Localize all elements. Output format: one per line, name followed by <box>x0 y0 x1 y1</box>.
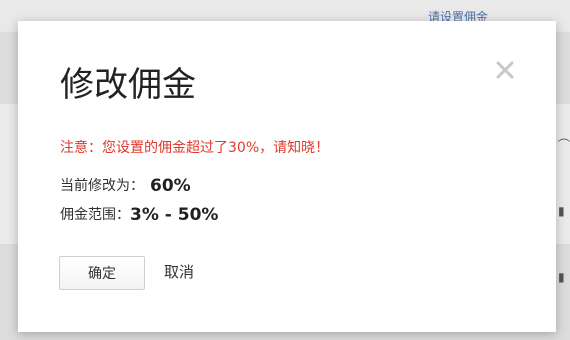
confirm-button[interactable]: 确定 <box>59 256 145 290</box>
current-value: 60% <box>150 176 191 196</box>
background-edge-icon: ▮ <box>558 270 565 284</box>
background-edge-icon: ⌒ <box>558 138 570 152</box>
warning-message: 注意：您设置的佣金超过了30%，请知晓！ <box>60 140 330 156</box>
commission-range-row: 佣金范围：3% - 50% <box>60 204 218 226</box>
cancel-button[interactable]: 取消 <box>164 261 194 283</box>
close-button[interactable] <box>492 57 518 83</box>
current-value-label: 当前修改为： <box>60 178 144 194</box>
commission-range-label: 佣金范围： <box>60 207 130 223</box>
commission-range-value: 3% - 50% <box>130 205 219 225</box>
edit-commission-dialog: 修改佣金 注意：您设置的佣金超过了30%，请知晓！ 当前修改为： 60% 佣金范围… <box>18 21 556 332</box>
background-edge-icon: ▮ <box>558 204 565 218</box>
close-icon <box>496 61 514 79</box>
dialog-title: 修改佣金 <box>60 65 196 105</box>
current-value-row: 当前修改为： 60% <box>60 175 191 197</box>
